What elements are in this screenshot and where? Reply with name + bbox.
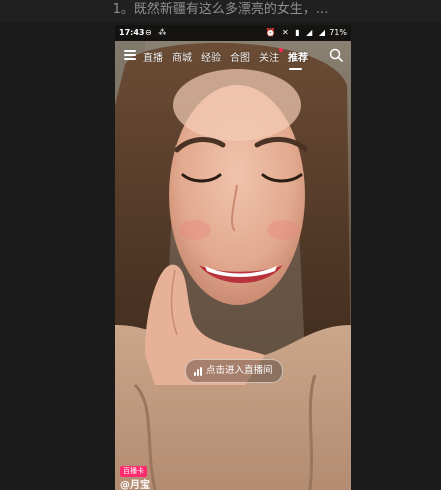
video-title-caption: 1。既然新疆有这么多漂亮的女生，...	[0, 0, 441, 22]
notification-dot	[279, 47, 283, 52]
author-name[interactable]: @月宝	[120, 480, 150, 490]
tab-following[interactable]: 关注	[259, 47, 283, 64]
tab-group[interactable]: 合图	[230, 49, 250, 64]
system-icons: ⏰ ✕ ▮ ◢ ◢	[265, 28, 327, 37]
tab-live[interactable]: 直播	[143, 49, 163, 64]
status-time: 17:43	[119, 28, 145, 37]
tab-mall[interactable]: 商城	[172, 49, 192, 64]
menu-icon[interactable]	[124, 50, 136, 60]
top-navigation: 直播 商城 经验 合图 关注 推荐	[115, 41, 351, 71]
notification-icons: ⊖ ⁂	[145, 28, 169, 37]
battery-percent: 71%	[329, 28, 347, 37]
search-icon[interactable]	[329, 48, 343, 62]
screen: 1。既然新疆有这么多漂亮的女生，... 17:43 ⊖ ⁂ ⏰ ✕ ▮ ◢ ◢ …	[0, 0, 441, 490]
enter-live-room-label: 点击进入直播间	[206, 365, 273, 376]
tab-recommend[interactable]: 推荐	[288, 49, 308, 70]
caption-text: 1。既然新疆有这么多漂亮的女生，...	[112, 2, 329, 17]
nav-tabs: 直播 商城 经验 合图 关注 推荐	[143, 41, 317, 71]
status-bar: 17:43 ⊖ ⁂ ⏰ ✕ ▮ ◢ ◢ 71%	[115, 25, 351, 41]
tab-following-label: 关注	[259, 52, 279, 64]
live-video-frame[interactable]	[115, 25, 351, 490]
phone-viewport[interactable]: 17:43 ⊖ ⁂ ⏰ ✕ ▮ ◢ ◢ 71% 直播 商城 经验 合图 关注 推…	[115, 25, 351, 490]
hot-badge: 百播卡	[120, 466, 147, 477]
tab-experience[interactable]: 经验	[201, 49, 221, 64]
live-bars-icon	[194, 366, 202, 376]
enter-live-room-button[interactable]: 点击进入直播间	[185, 359, 283, 383]
